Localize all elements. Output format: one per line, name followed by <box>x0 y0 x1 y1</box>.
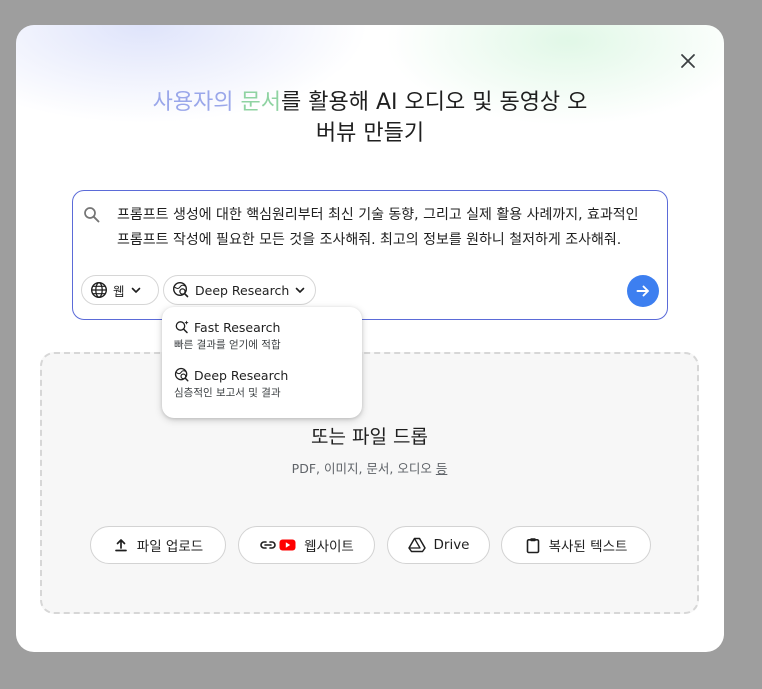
title-line2: 버뷰 만들기 <box>315 121 425 146</box>
chevron-down-icon <box>295 287 305 293</box>
close-icon <box>681 54 695 68</box>
fast-research-icon <box>175 320 189 334</box>
arrow-right-icon <box>636 285 649 297</box>
menu-item-deep-research-row: Deep Research <box>174 365 362 385</box>
youtube-icon <box>279 539 296 551</box>
title-rest: 를 활용해 AI 오디오 및 동영상 오 <box>281 90 588 115</box>
upload-file-button[interactable]: 파일 업로드 <box>90 526 226 564</box>
deep-research-label: Deep Research <box>194 367 289 383</box>
chevron-down-icon <box>131 287 140 293</box>
search-icon <box>84 207 100 223</box>
drop-zone-subtitle: PDF, 이미지, 문서, 오디오 등 <box>42 458 697 477</box>
research-mode-dropdown[interactable]: Deep Research <box>163 275 316 305</box>
submit-button[interactable] <box>627 275 659 307</box>
website-label: 웹사이트 <box>304 539 354 555</box>
menu-item-fast-research-row: Fast Research <box>174 317 362 337</box>
close-button[interactable] <box>674 47 702 75</box>
supported-formats-text: PDF, 이미지, 문서, 오디오 <box>291 461 436 476</box>
menu-item-deep-research[interactable]: Deep Research 심층적인 보고서 및 결과 <box>162 365 362 413</box>
fast-research-label: Fast Research <box>194 319 281 335</box>
research-query-box[interactable]: 프롬프트 생성에 대한 핵심원리부터 최신 기술 동향, 그리고 실제 활용 사… <box>72 190 668 320</box>
deep-research-icon <box>174 367 189 382</box>
research-mode-label: Deep Research <box>195 282 290 298</box>
title-highlight-b: 문서 <box>240 90 282 115</box>
deep-research-description: 심층적인 보고서 및 결과 <box>174 387 281 399</box>
file-drop-zone[interactable]: 또는 파일 드롭 PDF, 이미지, 문서, 오디오 등 파일 업로드 웹사이트 <box>40 352 699 614</box>
drive-label: Drive <box>433 537 470 553</box>
globe-icon <box>90 281 108 299</box>
dialog-title: 사용자의 문서를 활용해 AI 오디오 및 동영상 오 버뷰 만들기 <box>116 87 624 149</box>
clipboard-icon <box>526 537 539 553</box>
deep-research-icon <box>172 281 189 298</box>
copied-text-label: 복사된 텍스트 <box>548 539 628 555</box>
drop-zone-title: 또는 파일 드롭 <box>311 426 428 448</box>
research-mode-menu: Fast Research 빠른 결과를 얻기에 적합 Deep Researc… <box>162 307 362 418</box>
upload-icon <box>114 539 127 552</box>
website-icons <box>259 539 296 551</box>
copied-text-source-button[interactable]: 복사된 텍스트 <box>501 526 651 564</box>
fast-research-description: 빠른 결과를 얻기에 적합 <box>174 339 281 351</box>
link-icon <box>260 541 276 549</box>
menu-item-fast-research[interactable]: Fast Research 빠른 결과를 얻기에 적합 <box>162 317 362 365</box>
drive-source-button[interactable]: Drive <box>387 526 490 564</box>
add-sources-dialog: 사용자의 문서를 활용해 AI 오디오 및 동영상 오 버뷰 만들기 프롬프트 … <box>16 25 724 652</box>
source-type-dropdown[interactable]: 웹 <box>81 275 159 305</box>
upload-file-label: 파일 업로드 <box>136 539 204 555</box>
website-source-button[interactable]: 웹사이트 <box>238 526 375 564</box>
query-input[interactable]: 프롬프트 생성에 대한 핵심원리부터 최신 기술 동향, 그리고 실제 활용 사… <box>117 203 647 252</box>
title-highlight-a: 사용자의 <box>152 90 234 115</box>
google-drive-icon <box>407 537 426 553</box>
more-formats-link[interactable]: 등 <box>436 461 448 476</box>
source-type-label: 웹 <box>113 283 125 299</box>
